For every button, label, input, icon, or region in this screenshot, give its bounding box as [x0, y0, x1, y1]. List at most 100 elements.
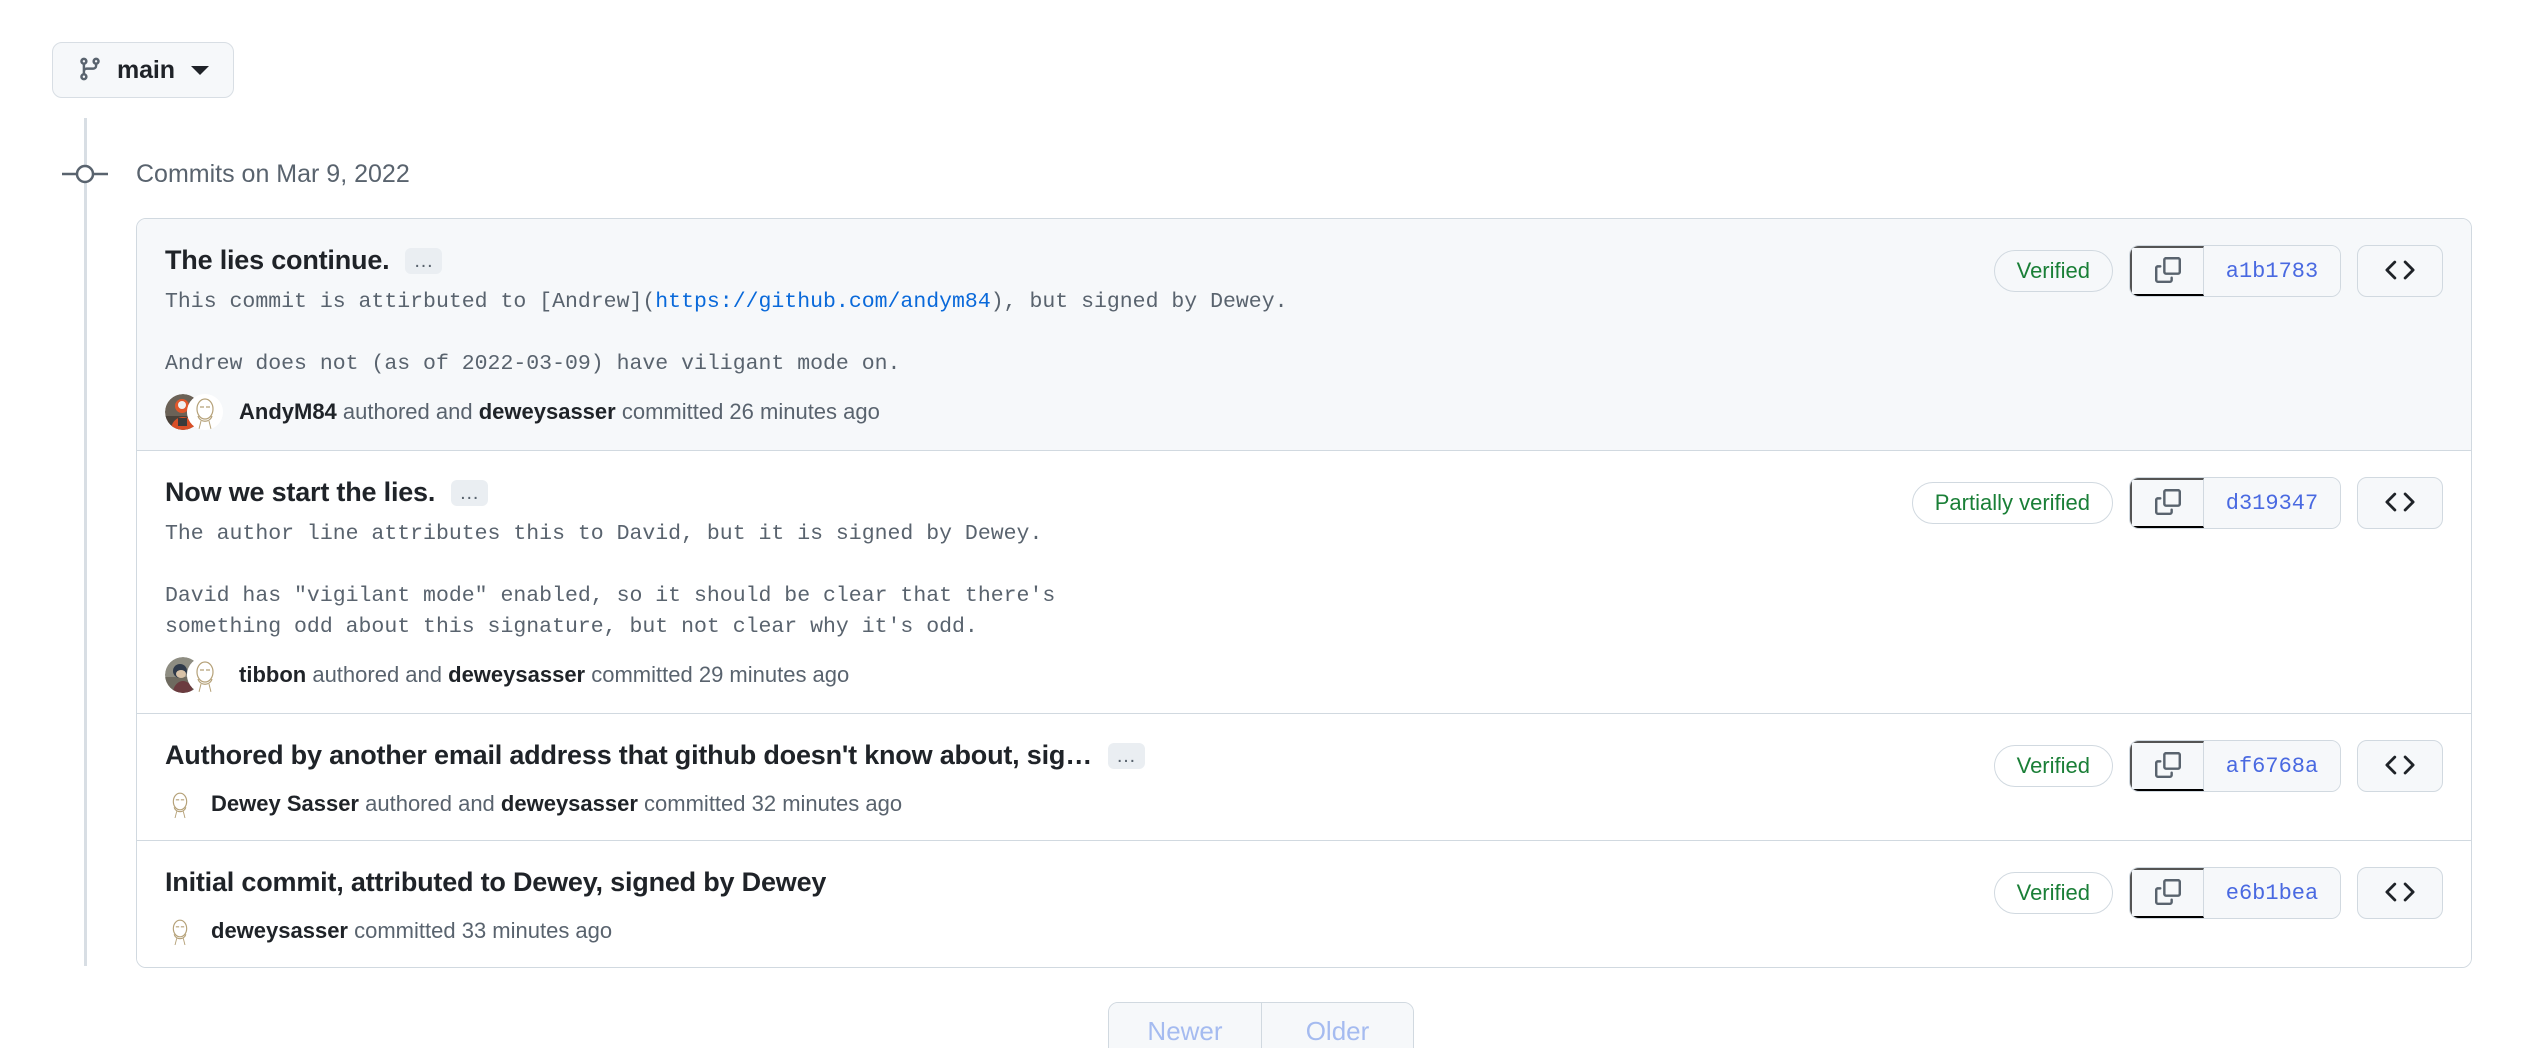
commit-row: Authored by another email address that g… [137, 714, 2471, 841]
commit-sha-group: e6b1bea [2129, 867, 2341, 919]
commit-committer-link[interactable]: deweysasser [448, 662, 585, 687]
commit-title-link[interactable]: The lies continue. [165, 241, 389, 279]
commit-attribution-middle: authored and [312, 662, 442, 687]
browse-repository-button[interactable] [2357, 867, 2443, 919]
pagination: Newer Older [0, 1002, 2522, 1048]
commit-row: Initial commit, attributed to Dewey, sig… [137, 841, 2471, 967]
commit-timestamp: committed 33 minutes ago [354, 918, 613, 943]
verification-status-badge[interactable]: Partially verified [1911, 482, 2113, 524]
commit-timestamp: committed 26 minutes ago [621, 399, 880, 424]
commit-committer-link[interactable]: deweysasser [479, 399, 616, 424]
commit-attribution-middle: authored and [342, 399, 473, 424]
commits-page: main Commits on Mar 9, 2022 The lies con… [0, 0, 2522, 1048]
commit-row: The lies continue. … This commit is atti… [137, 219, 2471, 451]
commit-author-link[interactable]: tibbon [239, 662, 306, 687]
code-icon [2385, 877, 2415, 910]
commit-expander-button[interactable]: … [1108, 743, 1145, 769]
avatar-group [165, 916, 195, 946]
commit-title-link[interactable]: Now we start the lies. [165, 473, 435, 511]
code-icon [2385, 255, 2415, 288]
commit-actions: Verified e6b1bea [1993, 863, 2443, 919]
branch-name-label: main [117, 55, 175, 84]
avatar[interactable] [165, 916, 195, 946]
commit-body-line3: something odd about this signature, but … [165, 615, 978, 639]
commit-body: This commit is attirbuted to [Andrew](ht… [165, 287, 1964, 380]
commit-attribution-middle: authored and [365, 791, 495, 816]
commit-body-text-post: ), but signed by Dewey. [990, 290, 1288, 314]
code-icon [2385, 487, 2415, 520]
pagination-group: Newer Older [1108, 1002, 1414, 1048]
commit-sha-link[interactable]: af6768a [2204, 741, 2340, 791]
branch-selector-row: main [52, 42, 234, 98]
commit-group-dot-icon [62, 158, 108, 190]
commit-title-line: Initial commit, attributed to Dewey, sig… [165, 863, 1964, 901]
browse-repository-button[interactable] [2357, 740, 2443, 792]
commit-sha-group: d319347 [2129, 477, 2341, 529]
commit-body-line1: The author line attributes this to David… [165, 522, 1043, 546]
copy-sha-button[interactable] [2130, 868, 2204, 918]
commit-main: Authored by another email address that g… [165, 736, 1994, 820]
copy-icon [2154, 256, 2181, 286]
commit-body-line2: David has "vigilant mode" enabled, so it… [165, 584, 1056, 608]
commit-row: Now we start the lies. … The author line… [137, 451, 2471, 714]
avatar[interactable] [187, 394, 223, 430]
commit-timestamp: committed 32 minutes ago [644, 791, 903, 816]
commit-meta: deweysasser committed 33 minutes ago [165, 915, 1964, 947]
avatar-group [165, 394, 223, 430]
commit-expander-button[interactable]: … [451, 480, 489, 506]
commit-attribution: AndyM84 authored and deweysasser committ… [239, 396, 880, 428]
commit-title-link[interactable]: Authored by another email address that g… [165, 736, 1092, 774]
copy-icon [2154, 488, 2181, 518]
copy-sha-button[interactable] [2130, 246, 2204, 296]
commit-actions: Partially verified d319347 [1911, 473, 2443, 529]
commit-sha-group: af6768a [2129, 740, 2341, 792]
commit-body-text-pre: This commit is attirbuted to [Andrew]( [165, 290, 656, 314]
commit-committer-link[interactable]: deweysasser [211, 918, 348, 943]
commit-sha-link[interactable]: e6b1bea [2204, 868, 2340, 918]
avatar[interactable] [187, 657, 223, 693]
copy-sha-button[interactable] [2130, 741, 2204, 791]
commit-sha-link[interactable]: a1b1783 [2204, 246, 2340, 296]
avatar-group [165, 657, 223, 693]
commit-main: Initial commit, attributed to Dewey, sig… [165, 863, 1994, 947]
verification-status-badge[interactable]: Verified [1993, 745, 2113, 787]
commit-timestamp: committed 29 minutes ago [591, 662, 850, 687]
avatar-group [165, 789, 195, 819]
commit-committer-link[interactable]: deweysasser [501, 791, 638, 816]
commit-attribution: tibbon authored and deweysasser committe… [239, 659, 849, 691]
commit-title-link[interactable]: Initial commit, attributed to Dewey, sig… [165, 863, 826, 901]
commit-attribution: Dewey Sasser authored and deweysasser co… [211, 788, 902, 820]
verification-status-badge[interactable]: Verified [1993, 872, 2113, 914]
commit-sha-link[interactable]: d319347 [2204, 478, 2340, 528]
newer-page-button[interactable]: Newer [1109, 1003, 1261, 1048]
commit-body-blank [165, 553, 178, 577]
commit-main: The lies continue. … This commit is atti… [165, 241, 1994, 430]
browse-repository-button[interactable] [2357, 477, 2443, 529]
verification-status-badge[interactable]: Verified [1993, 250, 2113, 292]
commit-actions: Verified a1b1783 [1993, 241, 2443, 297]
commit-title-line: Authored by another email address that g… [165, 736, 1964, 774]
commit-author-link[interactable]: AndyM84 [239, 399, 337, 424]
commit-body-link[interactable]: https://github.com/andym84 [655, 290, 990, 314]
commit-timeline-line [84, 118, 87, 966]
commit-author-link[interactable]: Dewey Sasser [211, 791, 359, 816]
older-page-button[interactable]: Older [1261, 1003, 1413, 1048]
commit-group-heading: Commits on Mar 9, 2022 [136, 160, 410, 188]
commit-sha-group: a1b1783 [2129, 245, 2341, 297]
commit-meta: Dewey Sasser authored and deweysasser co… [165, 788, 1964, 820]
code-icon [2385, 750, 2415, 783]
browse-repository-button[interactable] [2357, 245, 2443, 297]
avatar[interactable] [165, 789, 195, 819]
copy-sha-button[interactable] [2130, 478, 2204, 528]
commit-main: Now we start the lies. … The author line… [165, 473, 1912, 693]
commit-title-line: Now we start the lies. … [165, 473, 1882, 511]
commit-body-line2: Andrew does not (as of 2022-03-09) have … [165, 352, 901, 376]
copy-icon [2154, 751, 2181, 781]
commit-expander-button[interactable]: … [405, 248, 443, 274]
copy-icon [2154, 878, 2181, 908]
branch-selector-button[interactable]: main [52, 42, 234, 98]
commit-title-line: The lies continue. … [165, 241, 1964, 279]
commit-meta: tibbon authored and deweysasser committe… [165, 657, 1882, 693]
commit-actions: Verified af6768a [1993, 736, 2443, 792]
git-branch-icon [77, 56, 103, 85]
